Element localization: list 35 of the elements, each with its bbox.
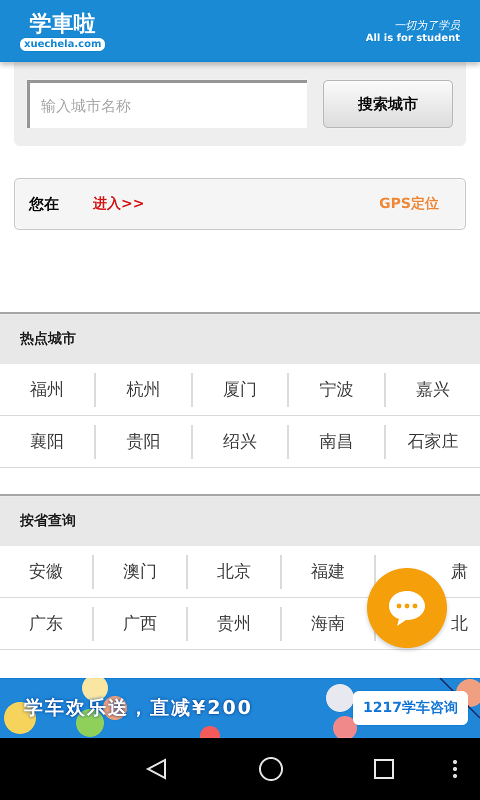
section-title: 热点城市 (20, 330, 76, 348)
city-item[interactable]: 贵阳 (126, 432, 161, 452)
city-item[interactable]: 杭州 (126, 380, 161, 400)
search-city-button[interactable]: 搜索城市 (323, 80, 453, 128)
slogan: All is for student (366, 33, 460, 44)
city-item[interactable]: 福州 (30, 380, 64, 400)
logo: 学車啦 xuechela.com (20, 12, 106, 50)
province-item[interactable]: 海南 (311, 614, 345, 634)
province-item[interactable]: 贵州 (217, 614, 251, 634)
province-item[interactable]: 广西 (123, 614, 157, 634)
recents-icon[interactable] (373, 758, 396, 780)
section-title: 按省查询 (20, 512, 76, 530)
back-icon[interactable] (144, 757, 169, 781)
province-item[interactable]: 肃 (451, 562, 468, 582)
city-item[interactable]: 厦门 (223, 380, 258, 400)
province-item[interactable]: 澳门 (123, 562, 157, 582)
search-field[interactable]: 输入城市名称 (27, 80, 308, 128)
enter-link[interactable]: 进入>> (93, 195, 144, 213)
city-item[interactable]: 绍兴 (223, 432, 258, 452)
city-item[interactable]: 嘉兴 (416, 380, 450, 400)
province-item[interactable]: 福建 (311, 562, 345, 582)
slogan-script: 一切为了学员 (394, 18, 460, 33)
chat-bubble-icon (387, 589, 427, 627)
more-icon[interactable] (452, 759, 458, 779)
city-item[interactable]: 石家庄 (407, 432, 458, 452)
province-item[interactable]: 北 (451, 614, 468, 634)
home-icon[interactable] (258, 756, 284, 782)
city-item[interactable]: 宁波 (319, 380, 354, 400)
city-item[interactable]: 南昌 (319, 432, 354, 452)
province-item[interactable]: 北京 (217, 562, 251, 582)
province-item[interactable]: 广东 (29, 614, 63, 634)
consult-button[interactable]: 1217学车咨询 (353, 691, 468, 725)
city-item[interactable]: 襄阳 (30, 432, 64, 452)
location-label: 您在 (29, 194, 60, 214)
province-item[interactable]: 安徽 (29, 562, 63, 582)
